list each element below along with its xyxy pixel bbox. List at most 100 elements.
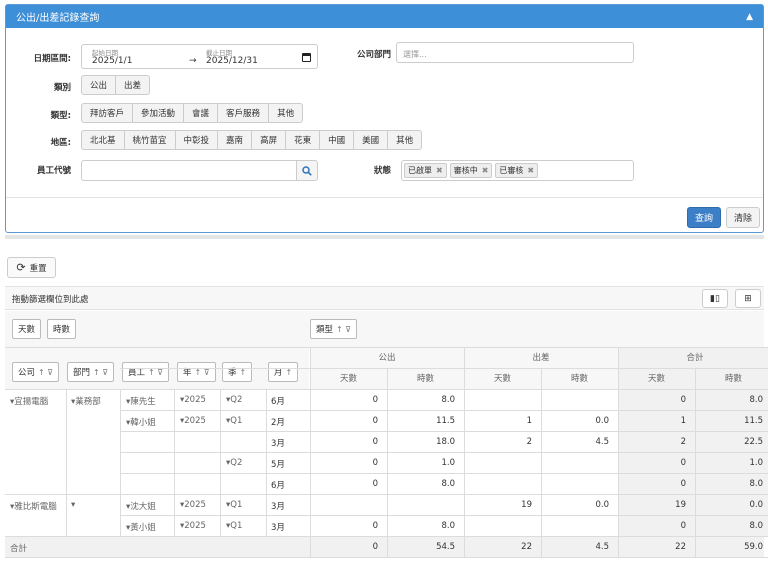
row-header-quarter[interactable]: ▾Q1: [226, 521, 242, 531]
row-field-chip[interactable]: 公司 ↑ ⊽: [12, 362, 60, 382]
data-cell: 0: [680, 521, 686, 531]
search-button[interactable]: [296, 160, 318, 181]
region-option[interactable]: 北北基: [81, 130, 125, 150]
region-option[interactable]: 嘉南: [217, 130, 253, 150]
row-header-month: 6月: [271, 481, 285, 491]
export-icon[interactable]: ⊞: [735, 289, 761, 308]
status-multiselect[interactable]: 已啟單 ✖ 審核中 ✖ 已審核 ✖: [401, 160, 634, 181]
company-select[interactable]: 選擇...: [396, 42, 634, 63]
data-cell: 8.0: [441, 479, 455, 489]
company-placeholder: 選擇...: [403, 50, 427, 59]
row-header-dept[interactable]: ▾: [71, 500, 75, 510]
value-field-chip[interactable]: 天數: [12, 319, 42, 339]
data-cell: 0.0: [595, 416, 609, 426]
column-group-header: 合計: [618, 348, 768, 368]
category-option[interactable]: 出差: [115, 75, 151, 95]
region-option[interactable]: 桃竹苗宜: [123, 130, 176, 150]
start-date-value[interactable]: 2025/1/1: [92, 56, 132, 66]
region-option[interactable]: 高屏: [251, 130, 287, 150]
close-icon[interactable]: ✖: [527, 166, 534, 175]
grid-line: [174, 390, 175, 536]
close-icon[interactable]: ✖: [436, 166, 443, 175]
row-header-quarter[interactable]: ▾Q1: [226, 416, 242, 426]
row-header-company[interactable]: ▾宜揚電腦: [10, 395, 48, 407]
total-label: 合計: [10, 544, 28, 554]
row-header-year[interactable]: ▾2025: [180, 416, 206, 426]
reset-label: 重置: [29, 263, 47, 274]
end-date-value[interactable]: 2025/12/31: [206, 56, 258, 66]
type-option[interactable]: 會議: [183, 103, 219, 123]
row-header-quarter[interactable]: ▾Q2: [226, 395, 242, 405]
data-cell: 1: [526, 416, 532, 426]
type-option[interactable]: 其他: [268, 103, 304, 123]
data-cell: 0: [680, 458, 686, 468]
row-field-chip[interactable]: 員工 ↑ ⊽: [122, 362, 170, 382]
data-cell: 11.5: [744, 416, 763, 426]
chevron-up-icon[interactable]: ▲: [746, 12, 753, 22]
sort-filter-icon[interactable]: ↑ ⊽: [93, 368, 108, 377]
row-header-emp[interactable]: ▾黃小姐: [126, 521, 156, 533]
calendar-icon[interactable]: [302, 53, 311, 62]
employee-input[interactable]: [81, 160, 297, 181]
query-button[interactable]: 查詢: [687, 207, 721, 228]
row-header-emp[interactable]: ▾陳先生: [126, 395, 156, 407]
employee-label: 員工代號: [36, 166, 71, 176]
region-option[interactable]: 中彰投: [174, 130, 219, 150]
row-header-year[interactable]: ▾2025: [180, 500, 206, 510]
date-range-input[interactable]: 起始日期 2025/1/1 → 截止日期 2025/12/31: [81, 44, 318, 69]
sort-filter-icon[interactable]: ↑ ⊽: [38, 368, 53, 377]
clear-button[interactable]: 清除: [726, 207, 760, 228]
value-field-chip[interactable]: 時數: [47, 319, 77, 339]
row-field-label: 部門: [73, 368, 91, 378]
close-icon[interactable]: ✖: [482, 166, 489, 175]
row-field-label: 公司: [18, 368, 36, 378]
panel-header[interactable]: 公出/出差記錄查詢 ▲: [6, 5, 763, 28]
type-option[interactable]: 參加活動: [132, 103, 185, 123]
row-field-chip[interactable]: 部門 ↑ ⊽: [67, 362, 115, 382]
type-option[interactable]: 拜訪客戶: [81, 103, 134, 123]
column-group-header: 出差: [464, 348, 618, 368]
status-tag[interactable]: 審核中 ✖: [449, 163, 493, 178]
section-separator: [5, 235, 764, 239]
row-field-chip[interactable]: 月 ↑: [268, 362, 299, 382]
reset-button[interactable]: ⟳ 重置: [7, 257, 56, 278]
row-field-chip[interactable]: 年 ↑ ⊽: [177, 362, 216, 382]
grid-line: [464, 347, 465, 557]
chart-toggle-icon[interactable]: ▮▯: [702, 289, 728, 308]
grid-line: [5, 557, 768, 558]
row-header-dept[interactable]: ▾業務部: [71, 395, 101, 407]
region-option[interactable]: 美國: [353, 130, 389, 150]
region-option[interactable]: 其他: [387, 130, 423, 150]
region-button-group: 北北基 桃竹苗宜 中彰投 嘉南 高屏 花東 中國 美國 其他: [81, 130, 423, 150]
data-cell: 1.0: [441, 458, 455, 468]
row-header-emp[interactable]: ▾沈大姐: [126, 500, 156, 512]
row-header-month: 5月: [271, 460, 285, 470]
region-option[interactable]: 花東: [285, 130, 321, 150]
sort-filter-icon[interactable]: ↑ ⊽: [336, 325, 351, 334]
data-cell: 8.0: [749, 395, 763, 405]
filter-drop-zone[interactable]: 拖動篩選欄位到此處 ▮▯ ⊞: [5, 286, 764, 310]
row-header-quarter[interactable]: ▾Q1: [226, 500, 242, 510]
measure-header: 時數: [387, 369, 464, 389]
row-field-chip[interactable]: 季 ↑: [222, 362, 253, 382]
status-tag[interactable]: 已審核 ✖: [495, 163, 539, 178]
column-field-chip[interactable]: 類型 ↑ ⊽: [310, 319, 358, 339]
grid-line: [120, 390, 121, 536]
category-button-group: 公出 出差: [81, 75, 151, 95]
region-option[interactable]: 中國: [319, 130, 355, 150]
data-cell: 2: [680, 437, 686, 447]
data-cell: 1.0: [749, 458, 763, 468]
total-cell: 22: [675, 542, 686, 552]
grid-line: [120, 431, 768, 432]
data-cell: 19: [521, 500, 532, 510]
row-header-year[interactable]: ▾2025: [180, 521, 206, 531]
grid-line: [387, 368, 388, 557]
row-header-company[interactable]: ▾雅比斯電腦: [10, 500, 57, 512]
status-tag[interactable]: 已啟單 ✖: [404, 163, 447, 178]
category-option[interactable]: 公出: [81, 75, 117, 95]
row-header-year[interactable]: ▾2025: [180, 395, 206, 405]
row-header-quarter[interactable]: ▾Q2: [226, 458, 242, 468]
data-cell: 8.0: [441, 395, 455, 405]
type-option[interactable]: 客戶服務: [217, 103, 270, 123]
row-header-emp[interactable]: ▾韓小姐: [126, 416, 156, 428]
